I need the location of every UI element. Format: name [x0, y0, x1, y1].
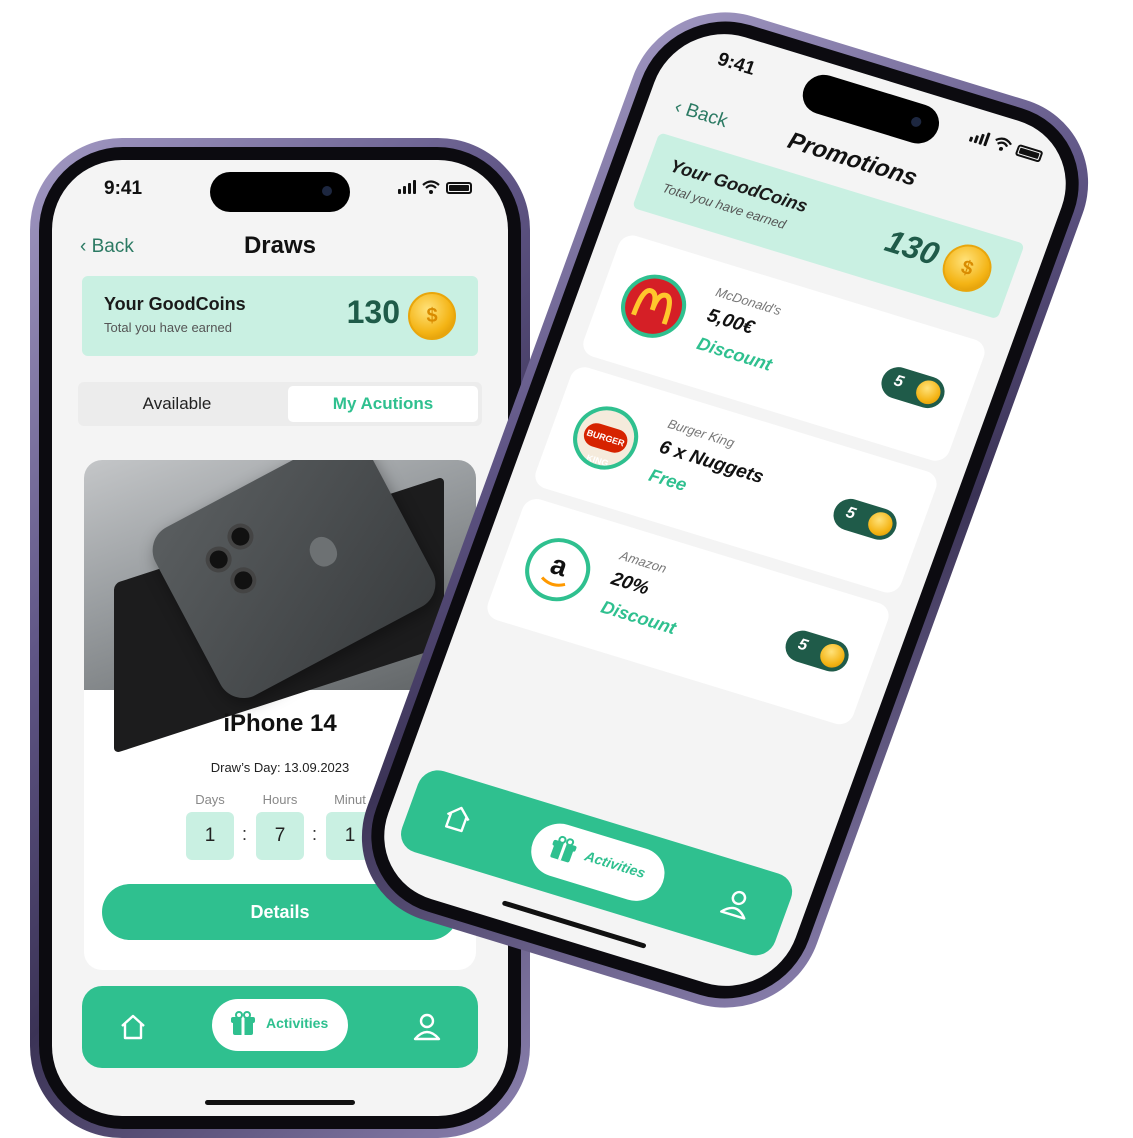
goodcoins-subtitle: Total you have earned [104, 320, 232, 335]
promo-price-button[interactable]: 5 [876, 363, 950, 413]
countdown-separator: : [242, 824, 248, 844]
tab-available[interactable]: Available [82, 386, 272, 422]
goodcoins-title: Your GoodCoins [104, 294, 246, 314]
promo-type: Discount [694, 333, 775, 375]
coin-icon [912, 377, 944, 408]
countdown-hours: 7 [256, 812, 304, 860]
coin-icon [816, 640, 848, 671]
mcdonalds-logo [612, 266, 696, 346]
promo-price-button[interactable]: 5 [781, 626, 854, 676]
nav-activities[interactable]: Activities [212, 999, 348, 1051]
battery-icon [446, 182, 472, 194]
status-time: 9:41 [104, 178, 143, 199]
coin-icon: $ [408, 292, 456, 340]
amazon-logo: a [516, 530, 600, 610]
system-icons [968, 128, 1045, 163]
status-bar: 9:41 [52, 160, 508, 220]
nav-activities[interactable]: Activities [523, 816, 673, 908]
gift-icon [550, 835, 577, 863]
tab-bar: Available My Acutions [78, 382, 482, 426]
home-icon[interactable] [118, 1012, 148, 1042]
promo-value: 20% [608, 568, 652, 600]
gift-icon [231, 1011, 255, 1035]
promo-price: 5 [891, 372, 906, 391]
signal-icon [968, 128, 991, 147]
promo-type: Discount [598, 596, 679, 639]
burger-king-logo: BURGER KING [564, 398, 648, 478]
profile-icon[interactable] [717, 885, 756, 922]
signal-icon [398, 180, 416, 194]
promo-price: 5 [843, 504, 858, 523]
nav-activities-label: Activities [266, 1015, 329, 1031]
nav-bar: ‹ Back Draws [52, 228, 508, 268]
wifi-icon [422, 180, 440, 194]
apple-logo-icon [304, 532, 342, 571]
promo-value: 5,00€ [704, 305, 757, 339]
countdown-separator: : [312, 824, 318, 844]
promo-price-button[interactable]: 5 [828, 494, 902, 544]
goodcoins-card: Your GoodCoins Total you have earned 130… [82, 276, 478, 356]
nav-activities-label: Activities [582, 847, 648, 882]
countdown-days-label: Days [195, 792, 225, 807]
profile-icon[interactable] [412, 1012, 442, 1042]
home-indicator [205, 1100, 355, 1105]
coin-icon [864, 509, 896, 539]
dynamic-island [210, 172, 350, 212]
countdown-days: 1 [186, 812, 234, 860]
home-icon[interactable] [438, 800, 477, 837]
countdown-hours-label: Hours [262, 792, 298, 807]
goodcoins-value: 130 [880, 222, 945, 273]
status-time: 9:41 [714, 48, 759, 80]
tab-my-auctions[interactable]: My Acutions [288, 386, 478, 422]
wifi-icon [995, 137, 1012, 151]
page-title: Draws [243, 232, 317, 259]
battery-icon [1014, 143, 1044, 163]
coin-icon: $ [935, 238, 999, 298]
bottom-nav: Activities [82, 986, 478, 1068]
goodcoins-value: 130 [346, 294, 400, 330]
promo-type: Free [646, 465, 690, 495]
product-image [84, 460, 476, 754]
system-icons [398, 180, 472, 194]
promo-price: 5 [795, 635, 810, 655]
